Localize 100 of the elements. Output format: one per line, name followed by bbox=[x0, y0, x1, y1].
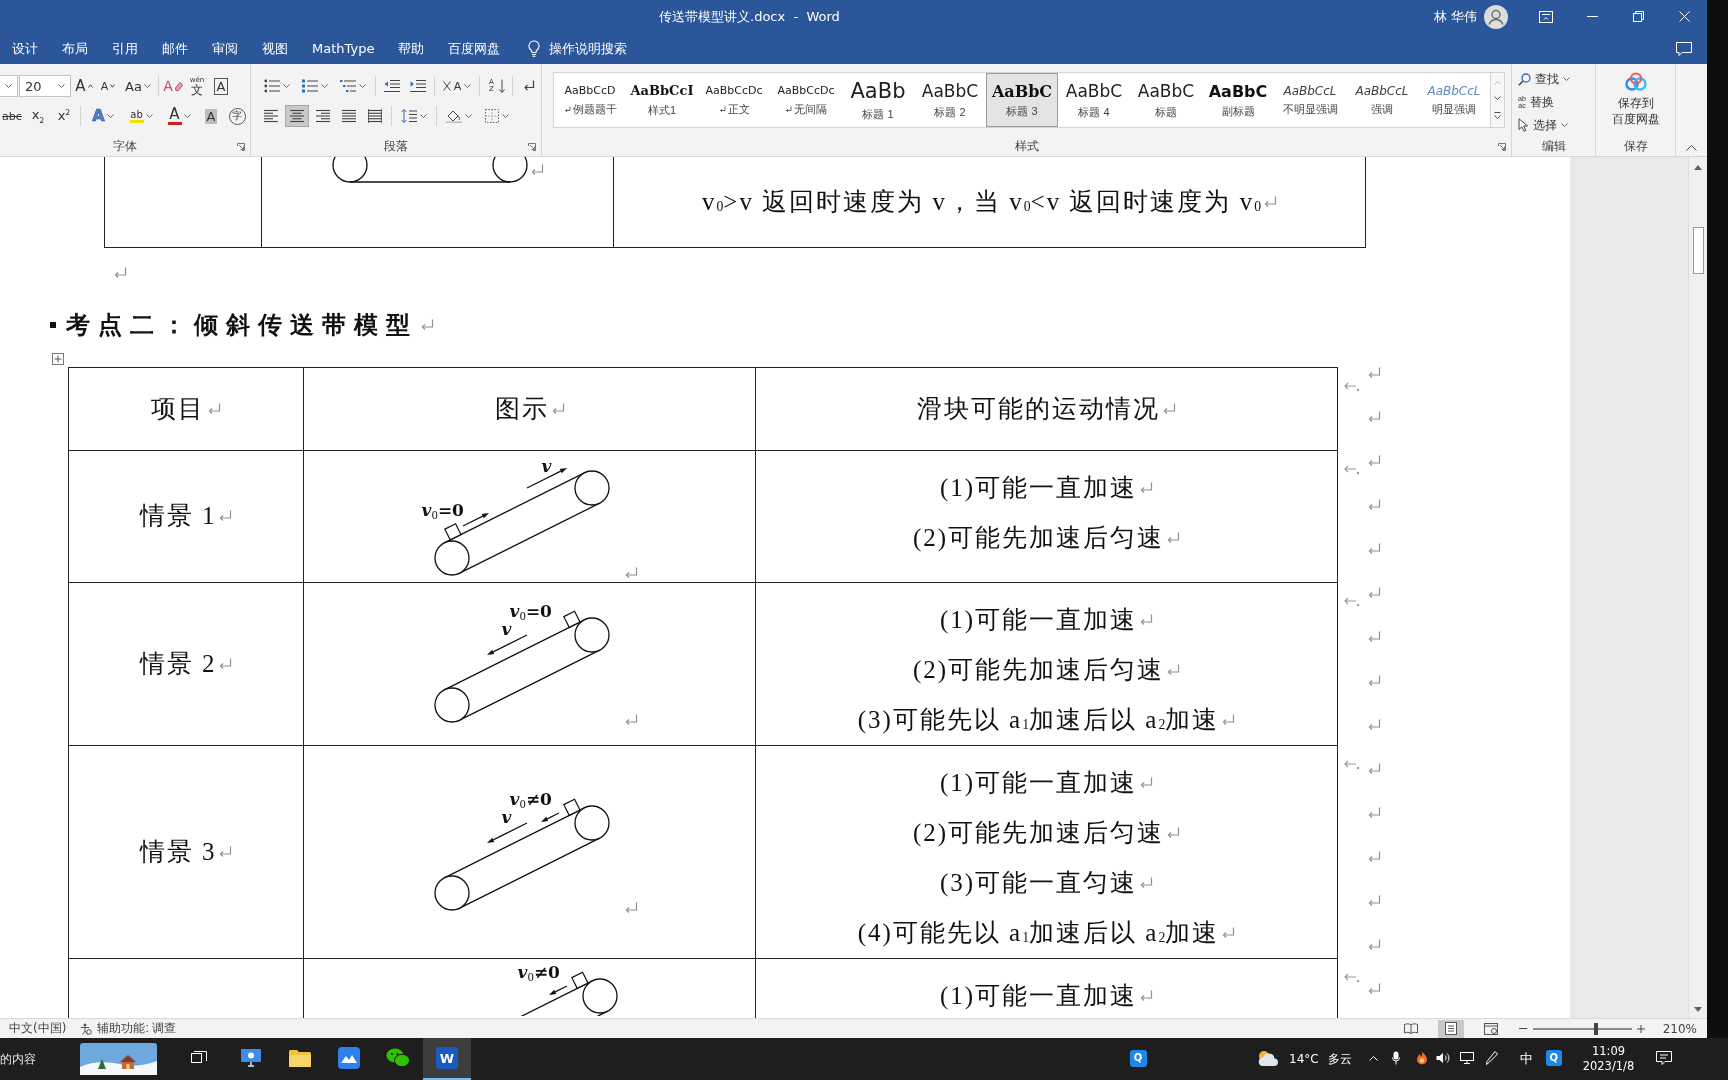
group-label: 样式 bbox=[1014, 138, 1039, 155]
caret-icon bbox=[420, 114, 427, 118]
vertical-scrollbar[interactable] bbox=[1688, 157, 1707, 1018]
caret-icon bbox=[1563, 77, 1570, 81]
subscript-button[interactable]: x$_{2}$ bbox=[26, 105, 50, 127]
style-gallery-item[interactable]: AaBbCcI 样式1 bbox=[626, 73, 698, 127]
style-gallery-item[interactable]: AaBbCcDc 无间隔 bbox=[770, 73, 842, 127]
accessibility-button[interactable]: 辅助功能: 调查 bbox=[80, 1020, 177, 1037]
taskbar-search-field[interactable]: 的内容 bbox=[0, 1044, 60, 1074]
zoom-percentage[interactable]: 210% bbox=[1662, 1021, 1697, 1036]
caret-icon bbox=[143, 84, 151, 88]
web-layout-icon bbox=[1483, 1022, 1498, 1035]
task-view-icon[interactable] bbox=[191, 1051, 207, 1065]
save-to-cloud-button[interactable]: 保存到 百度网盘 bbox=[1611, 72, 1660, 127]
style-name: 标题 4 bbox=[1078, 106, 1110, 118]
section-heading: 考点二：倾斜传送带模型 bbox=[66, 310, 418, 340]
scrollbar-thumb[interactable] bbox=[1692, 227, 1704, 274]
table-move-handle-icon[interactable] bbox=[52, 352, 64, 365]
ribbon-tab[interactable]: 百度网盘 bbox=[436, 33, 513, 64]
highlight-button[interactable]: ab bbox=[123, 105, 159, 127]
monitor-icon[interactable] bbox=[1459, 1052, 1474, 1064]
ribbon-tab[interactable]: 布局 bbox=[50, 33, 100, 64]
dialog-launcher-icon[interactable] bbox=[237, 142, 245, 151]
caret-up-icon[interactable] bbox=[1369, 1055, 1379, 1061]
style-gallery-item[interactable]: AaBbCcL 明显强调 bbox=[1418, 73, 1490, 127]
zoom-slider-thumb[interactable] bbox=[1594, 1022, 1599, 1035]
dialog-launcher-icon[interactable] bbox=[1498, 142, 1506, 151]
style-gallery-item[interactable]: AaBbCcDc 正文 bbox=[698, 73, 770, 127]
caret-down-icon bbox=[110, 84, 116, 88]
velocity-label: v bbox=[501, 619, 512, 639]
notification-icon[interactable] bbox=[1656, 1051, 1673, 1065]
shrink-font-button[interactable]: A bbox=[96, 75, 120, 97]
clear-formatting-button[interactable]: A bbox=[161, 75, 185, 97]
style-gallery-item[interactable]: AaBbCcL 强调 bbox=[1346, 73, 1418, 127]
ribbon-tab[interactable]: 引用 bbox=[100, 33, 150, 64]
scroll-down-icon[interactable] bbox=[1694, 1007, 1702, 1012]
style-gallery-item[interactable]: AaBbCcL 不明显强调 bbox=[1274, 73, 1346, 127]
flame-icon[interactable] bbox=[1414, 1051, 1429, 1065]
style-name: 标题 3 bbox=[1006, 106, 1038, 118]
group-label: 编辑 bbox=[1541, 138, 1566, 155]
find-button[interactable]: 查找 bbox=[1518, 68, 1595, 90]
align-center-button[interactable] bbox=[285, 105, 309, 127]
view-mode-button[interactable] bbox=[1437, 1019, 1464, 1038]
style-preview: AaBbCcI bbox=[630, 84, 694, 99]
taskbar-clock[interactable]: 11:09 2023/1/8 bbox=[1582, 1044, 1635, 1074]
ribbon-tab[interactable]: 帮助 bbox=[386, 33, 437, 64]
style-preview: AaBbC bbox=[921, 82, 979, 101]
style-gallery-item[interactable]: AaBbC 副标题 bbox=[1202, 73, 1274, 127]
style-preview: AaBbCcL bbox=[1427, 84, 1481, 99]
font-name-field[interactable] bbox=[0, 75, 18, 97]
read-mode-icon bbox=[1403, 1023, 1418, 1034]
style-preview: AaBbC bbox=[991, 82, 1053, 101]
ribbon-tab[interactable]: 审阅 bbox=[200, 33, 250, 64]
chat-bubbles-icon bbox=[386, 1047, 410, 1069]
velocity-label: v$_{0}$≠0 bbox=[517, 961, 560, 982]
style-name: 标题 bbox=[1155, 106, 1177, 118]
style-gallery-item[interactable]: AaBbC 标题 3 bbox=[986, 73, 1058, 127]
style-gallery-item[interactable]: AaBbCcD 例题题干 bbox=[554, 73, 626, 127]
caret-icon bbox=[359, 84, 366, 88]
style-gallery-item[interactable]: AaBbC 标题 2 bbox=[914, 73, 986, 127]
asian-layout-button[interactable]: A bbox=[439, 75, 475, 97]
speaker-icon[interactable] bbox=[1435, 1052, 1450, 1064]
font-color-button[interactable]: A bbox=[161, 105, 197, 127]
alignment-icon bbox=[368, 109, 382, 123]
style-name: 副标题 bbox=[1221, 106, 1255, 118]
ribbon-tab[interactable]: MathType bbox=[300, 33, 387, 64]
group-label: 字体 bbox=[113, 138, 137, 155]
app-logo[interactable]: Q bbox=[1545, 1050, 1562, 1066]
grow-font-button[interactable]: A bbox=[72, 75, 96, 97]
collapse-ribbon-icon[interactable] bbox=[1686, 145, 1697, 151]
scroll-up-icon[interactable] bbox=[1694, 165, 1702, 170]
input-method-indicator[interactable]: 中 bbox=[1519, 1050, 1533, 1068]
avatar-icon[interactable] bbox=[1484, 4, 1508, 29]
text-effects-button[interactable]: A bbox=[85, 105, 121, 127]
weather-condition: 多云 bbox=[1327, 1050, 1352, 1068]
cell-text: (1)可能一直加速 bbox=[939, 604, 1138, 636]
dialog-launcher-icon[interactable] bbox=[528, 142, 536, 151]
ribbon-tab[interactable]: 邮件 bbox=[150, 33, 200, 64]
change-case-button[interactable]: Aa bbox=[120, 75, 156, 97]
zoom-in-button[interactable] bbox=[1636, 1024, 1645, 1033]
scroll-down-icon[interactable] bbox=[1494, 96, 1501, 101]
more-styles-icon[interactable] bbox=[1494, 112, 1501, 120]
caret-icon bbox=[283, 84, 290, 88]
pen-icon[interactable] bbox=[1485, 1051, 1498, 1065]
ribbon-tab[interactable]: 视图 bbox=[250, 33, 300, 64]
microphone-icon[interactable] bbox=[1391, 1051, 1400, 1065]
font-size-field[interactable]: 20 bbox=[19, 75, 71, 97]
character-shading-button[interactable]: A bbox=[199, 105, 223, 127]
app-logo[interactable]: Q bbox=[1129, 1049, 1147, 1067]
tell-me-search-field[interactable]: 操作说明搜索 bbox=[549, 37, 638, 60]
cell-text: (1)可能一直加速 bbox=[939, 472, 1138, 504]
style-gallery-item[interactable]: AaBbC 标题 4 bbox=[1058, 73, 1130, 127]
style-gallery-item[interactable]: AaBb 标题 1 bbox=[842, 73, 914, 127]
style-gallery-item[interactable]: AaBbC 标题 bbox=[1130, 73, 1202, 127]
style-name: 例题题干 bbox=[572, 103, 617, 115]
select-button[interactable]: 选择 bbox=[1518, 114, 1595, 136]
ribbon-tab[interactable]: 设计 bbox=[0, 33, 50, 64]
superscript-button[interactable]: x$^{2}$ bbox=[52, 105, 76, 127]
strikethrough-button[interactable]: abc bbox=[0, 105, 24, 127]
caret-icon bbox=[465, 114, 472, 118]
